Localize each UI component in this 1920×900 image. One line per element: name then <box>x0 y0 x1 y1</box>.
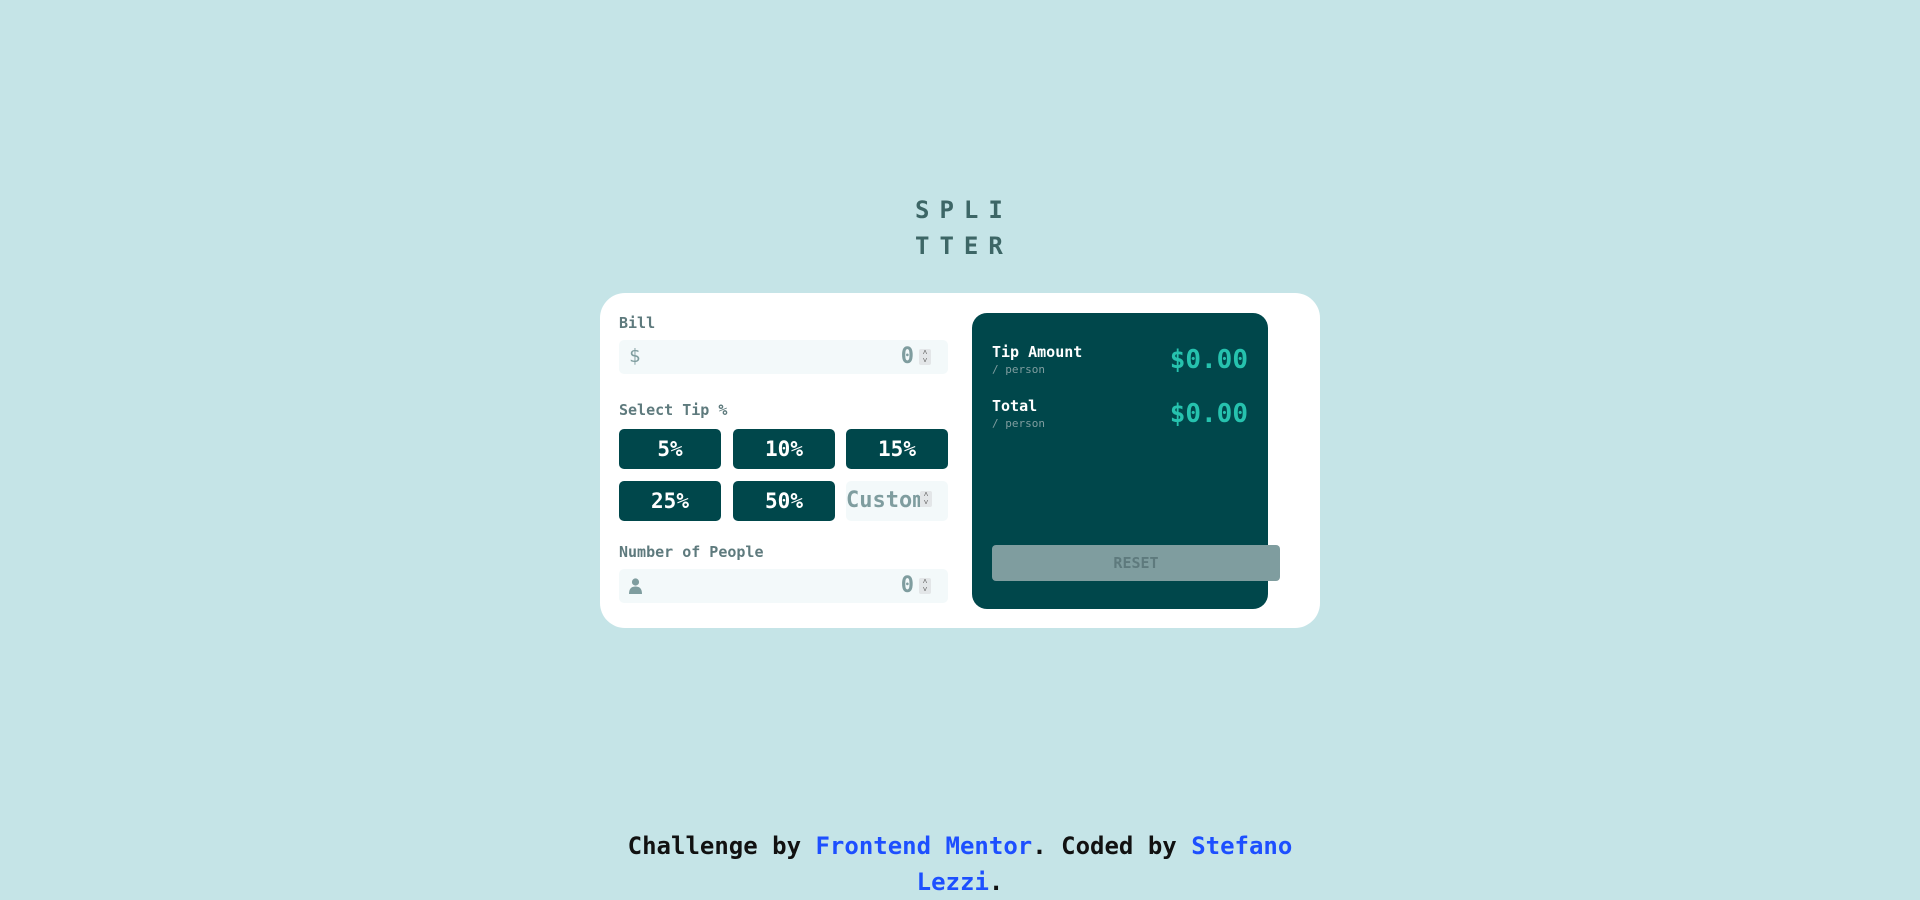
tip-button-5[interactable]: 5% <box>619 429 721 469</box>
attribution-prefix: Challenge by <box>627 832 816 860</box>
tip-amount-label: Tip Amount <box>992 343 1083 361</box>
logo: SPLI TTER <box>915 192 1015 264</box>
attribution-middle: . Coded by <box>1032 832 1192 860</box>
total-label: Total <box>992 397 1038 415</box>
results-panel: Tip Amount / person $0.00 Total / person… <box>972 313 1280 609</box>
custom-tip-input[interactable]: Custom ˄ ˅ <box>846 481 948 521</box>
person-icon <box>629 577 642 599</box>
total-sub: / person <box>992 417 1045 430</box>
attribution: Challenge by Frontend Mentor. Coded by S… <box>610 828 1310 900</box>
logo-line-2: TTER <box>915 232 1013 260</box>
frontend-mentor-link[interactable]: Frontend Mentor <box>815 832 1032 860</box>
custom-tip-spinner[interactable]: ˄ ˅ <box>920 491 932 507</box>
bill-value: 0 <box>900 344 914 369</box>
tip-amount-value: $0.00 <box>1169 345 1248 375</box>
bill-spinner[interactable]: ˄ ˅ <box>919 349 931 365</box>
people-value: 0 <box>900 573 914 598</box>
tip-button-15[interactable]: 15% <box>846 429 948 469</box>
logo-line-1: SPLI <box>915 196 1013 224</box>
total-value: $0.00 <box>1169 399 1248 429</box>
tip-button-10[interactable]: 10% <box>733 429 835 469</box>
bill-input[interactable]: $ 0 ˄ ˅ <box>619 340 948 374</box>
tip-button-25[interactable]: 25% <box>619 481 721 521</box>
people-spinner[interactable]: ˄ ˅ <box>919 578 931 594</box>
tip-label: Select Tip % <box>619 401 728 419</box>
attribution-suffix: . <box>988 868 1004 896</box>
dollar-icon: $ <box>629 345 641 367</box>
people-input[interactable]: 0 ˄ ˅ <box>619 569 948 603</box>
tip-button-50[interactable]: 50% <box>733 481 835 521</box>
people-label: Number of People <box>619 543 764 561</box>
bill-label: Bill <box>619 314 656 332</box>
tip-amount-sub: / person <box>992 363 1045 376</box>
reset-button[interactable]: RESET <box>992 545 1280 581</box>
custom-tip-placeholder: Custom <box>846 488 926 513</box>
